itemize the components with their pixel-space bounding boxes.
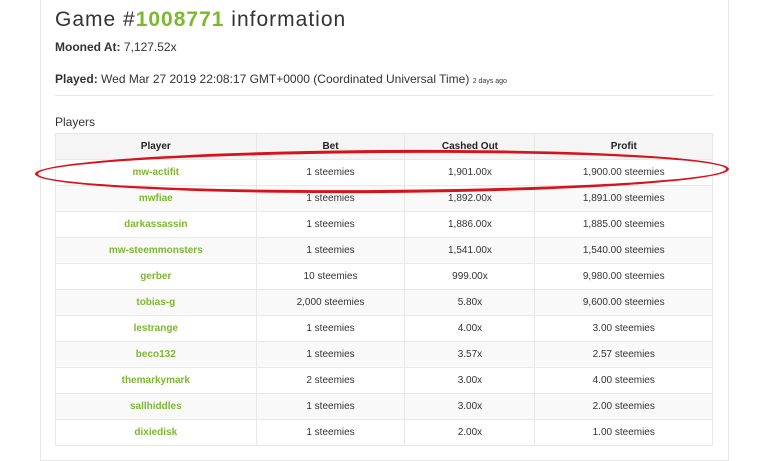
cashed-out-cell: 3.00x [404, 393, 536, 420]
played-ago: 2 days ago [472, 78, 507, 85]
cashed-out-cell: 3.00x [404, 367, 536, 394]
played-value: Wed Mar 27 2019 22:08:17 GMT+0000 (Coord… [101, 72, 470, 86]
table-row: mw-steemmonsters 1 steemies 1,541.00x 1,540… [55, 237, 713, 264]
mooned-at: Mooned At: 7,127.52x [55, 40, 177, 54]
profit-cell: 2.00 steemies [534, 393, 713, 420]
profit-cell: 2.57 steemies [534, 341, 713, 368]
cashed-out-cell: 1,886.00x [404, 211, 536, 238]
table-row: gerber 10 steemies 999.00x 9,980.00 steemie… [55, 263, 713, 290]
profit-cell: 3.00 steemies [534, 315, 713, 342]
bet-cell: 10 steemies [255, 263, 406, 290]
bet-cell: 1 steemies [255, 341, 406, 368]
title-prefix: Game # [55, 8, 136, 31]
table-row: darkassassin 1 steemies 1,886.00x 1,885.00 … [55, 211, 713, 238]
game-id: 1008771 [135, 8, 225, 31]
table-row: lestrange 1 steemies 4.00x 3.00 steemies [55, 315, 713, 342]
cashed-out-cell: 3.57x [404, 341, 536, 368]
bet-cell: 1 steemies [255, 237, 406, 264]
player-link[interactable]: lestrange [55, 315, 257, 342]
bet-cell: 1 steemies [255, 315, 406, 342]
bet-cell: 1 steemies [255, 211, 406, 238]
divider [55, 95, 713, 96]
cashed-out-cell: 4.00x [404, 315, 536, 342]
cashed-out-cell: 2.00x [404, 419, 536, 446]
page-title: Game #1008771 information [55, 8, 346, 32]
players-heading: Players [55, 115, 96, 129]
bet-cell: 1 steemies [255, 419, 406, 446]
table-row: tobias-g 2,000 steemies 5.80x 9,600.00 stee… [55, 289, 713, 316]
mooned-label: Mooned At: [55, 40, 121, 54]
profit-cell: 1,885.00 steemies [534, 211, 713, 238]
player-link[interactable]: themarkymark [55, 367, 257, 394]
profit-cell: 1,540.00 steemies [534, 237, 713, 264]
player-link[interactable]: sallhiddles [55, 393, 257, 420]
player-link[interactable]: dixiedisk [55, 419, 257, 446]
player-link[interactable]: darkassassin [55, 211, 257, 238]
cashed-out-cell: 1,541.00x [404, 237, 536, 264]
profit-cell: 9,980.00 steemies [534, 263, 713, 290]
table-row: sallhiddles 1 steemies 3.00x 2.00 steemies [55, 393, 713, 420]
mooned-value: 7,127.52x [123, 40, 177, 54]
bet-cell: 1 steemies [255, 393, 406, 420]
player-link[interactable]: beco132 [55, 341, 257, 368]
cashed-out-cell: 999.00x [404, 263, 536, 290]
profit-cell: 4.00 steemies [534, 367, 713, 394]
player-link[interactable]: mw-steemmonsters [55, 237, 257, 264]
played: Played: Wed Mar 27 2019 22:08:17 GMT+000… [55, 72, 507, 86]
bet-cell: 2,000 steemies [255, 289, 406, 316]
profit-cell: 9,600.00 steemies [534, 289, 713, 316]
played-label: Played: [55, 72, 98, 86]
profit-cell: 1,891.00 steemies [534, 185, 713, 212]
player-link[interactable]: gerber [55, 263, 257, 290]
cashed-out-cell: 5.80x [404, 289, 536, 316]
table-row: dixiedisk 1 steemies 2.00x 1.00 steemies [55, 419, 713, 446]
bet-cell: 2 steemies [255, 367, 406, 394]
profit-cell: 1.00 steemies [534, 419, 713, 446]
table-row: themarkymark 2 steemies 3.00x 4.00 steemies [55, 367, 713, 394]
table-row: beco132 1 steemies 3.57x 2.57 steemies [55, 341, 713, 368]
title-suffix: information [224, 8, 347, 31]
player-link[interactable]: tobias-g [55, 289, 257, 316]
